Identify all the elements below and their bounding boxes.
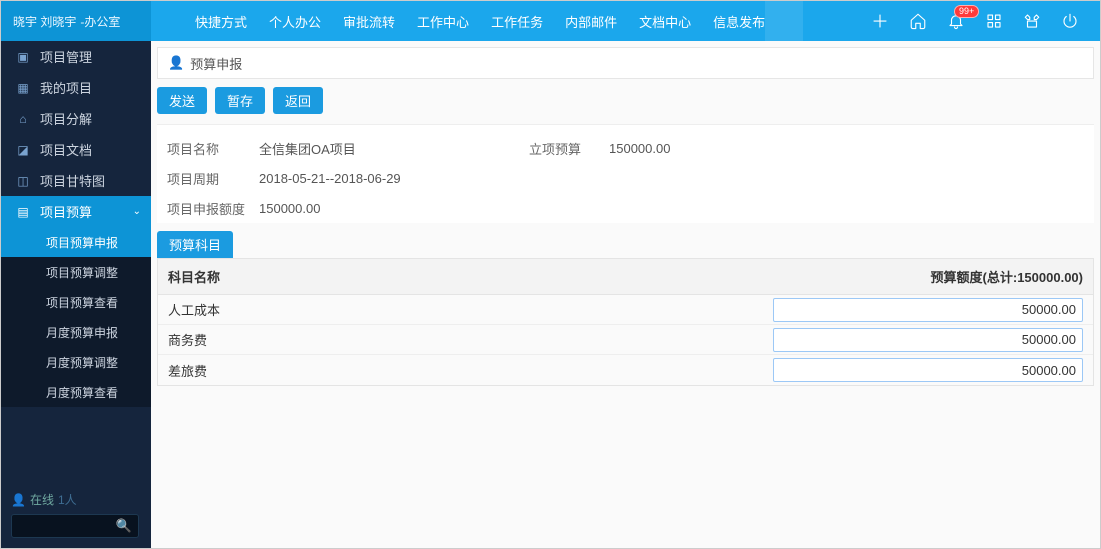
sidebar-search-input[interactable] <box>18 519 116 533</box>
chevron-down-icon: ⌄ <box>133 206 141 217</box>
value-period: 2018-05-21--2018-06-29 <box>259 171 529 186</box>
table-row: 差旅费 <box>158 355 1093 385</box>
apps-icon[interactable] <box>984 11 1004 31</box>
clipboard-icon: ▣ <box>16 50 30 64</box>
menu-toggle[interactable] <box>151 1 191 41</box>
page-title: 预算申报 <box>190 54 242 73</box>
label-declared: 项目申报额度 <box>161 199 259 218</box>
sidebar-sub-budget-view[interactable]: 项目预算查看 <box>1 287 151 317</box>
nav-more[interactable] <box>765 1 803 41</box>
user-context: 晓宇 刘晓宇 -办公室 <box>1 1 151 41</box>
power-icon[interactable] <box>1060 11 1080 31</box>
sidebar-sub-budget-declare[interactable]: 项目预算申报 <box>1 227 151 257</box>
value-budget: 150000.00 <box>609 141 670 156</box>
top-nav: 快捷方式 个人办公 审批流转 工作中心 工作任务 内部邮件 文档中心 信息发布 <box>195 12 765 31</box>
budget-table: 科目名称 预算额度(总计:150000.00) 人工成本 商务费 差旅费 <box>157 258 1094 386</box>
value-project-name: 全信集团OA项目 <box>259 139 529 158</box>
calc-icon: ▤ <box>16 205 30 219</box>
sidebar-sub-monthly-adjust[interactable]: 月度预算调整 <box>1 347 151 377</box>
chart-icon: ◫ <box>16 174 30 188</box>
cell-subject-name: 差旅费 <box>158 353 763 388</box>
sidebar-sub-budget-adjust[interactable]: 项目预算调整 <box>1 257 151 287</box>
doc-icon: ◪ <box>16 143 30 157</box>
sidebar-item-project-breakdown[interactable]: ⌂项目分解 <box>1 103 151 134</box>
sidebar-item-project-mgmt[interactable]: ▣项目管理 <box>1 41 151 72</box>
label-period: 项目周期 <box>161 169 259 188</box>
online-status: 👤 在线 1人 <box>11 491 141 508</box>
nav-info-publish[interactable]: 信息发布 <box>713 12 765 31</box>
sidebar-sub-monthly-view[interactable]: 月度预算查看 <box>1 377 151 407</box>
label-budget: 立项预算 <box>529 139 609 158</box>
notification-badge: 99+ <box>954 5 979 18</box>
sidebar-item-project-docs[interactable]: ◪项目文档 <box>1 134 151 165</box>
sidebar: ▣项目管理 ▦我的项目 ⌂项目分解 ◪项目文档 ◫项目甘特图 ▤项目预算⌄ 项目… <box>1 41 151 548</box>
sidebar-item-budget[interactable]: ▤项目预算⌄ <box>1 196 151 227</box>
label-project-name: 项目名称 <box>161 139 259 158</box>
back-button[interactable]: 返回 <box>273 87 323 114</box>
form: 项目名称 全信集团OA项目 立项预算 150000.00 项目周期 2018-0… <box>157 124 1094 223</box>
sidebar-item-gantt[interactable]: ◫项目甘特图 <box>1 165 151 196</box>
tree-icon: ⌂ <box>16 112 30 126</box>
sidebar-item-my-projects[interactable]: ▦我的项目 <box>1 72 151 103</box>
nav-approval-flow[interactable]: 审批流转 <box>343 12 395 31</box>
amount-input[interactable] <box>773 328 1083 352</box>
col-subject-name: 科目名称 <box>158 259 763 294</box>
nav-shortcut[interactable]: 快捷方式 <box>195 12 247 31</box>
value-declared: 150000.00 <box>259 201 529 216</box>
plus-icon[interactable] <box>870 11 890 31</box>
user-icon: 👤 <box>11 493 26 507</box>
breadcrumb: 👤 预算申报 <box>157 47 1094 79</box>
nav-doc-center[interactable]: 文档中心 <box>639 12 691 31</box>
bell-icon[interactable]: 99+ <box>946 11 966 31</box>
user-name: 晓宇 刘晓宇 <box>13 13 76 30</box>
user-dept: -办公室 <box>80 13 120 30</box>
person-icon: 👤 <box>168 55 184 71</box>
nav-internal-mail[interactable]: 内部邮件 <box>565 12 617 31</box>
tab-budget-subject[interactable]: 预算科目 <box>157 231 233 258</box>
amount-input[interactable] <box>773 358 1083 382</box>
grid-icon: ▦ <box>16 81 30 95</box>
send-button[interactable]: 发送 <box>157 87 207 114</box>
nav-work-task[interactable]: 工作任务 <box>491 12 543 31</box>
search-icon[interactable]: 🔍 <box>116 518 132 534</box>
theme-icon[interactable] <box>1022 11 1042 31</box>
nav-personal-office[interactable]: 个人办公 <box>269 12 321 31</box>
nav-work-center[interactable]: 工作中心 <box>417 12 469 31</box>
sidebar-sub-monthly-declare[interactable]: 月度预算申报 <box>1 317 151 347</box>
save-draft-button[interactable]: 暂存 <box>215 87 265 114</box>
home-icon[interactable] <box>908 11 928 31</box>
sidebar-search[interactable]: 🔍 <box>11 514 139 538</box>
amount-input[interactable] <box>773 298 1083 322</box>
